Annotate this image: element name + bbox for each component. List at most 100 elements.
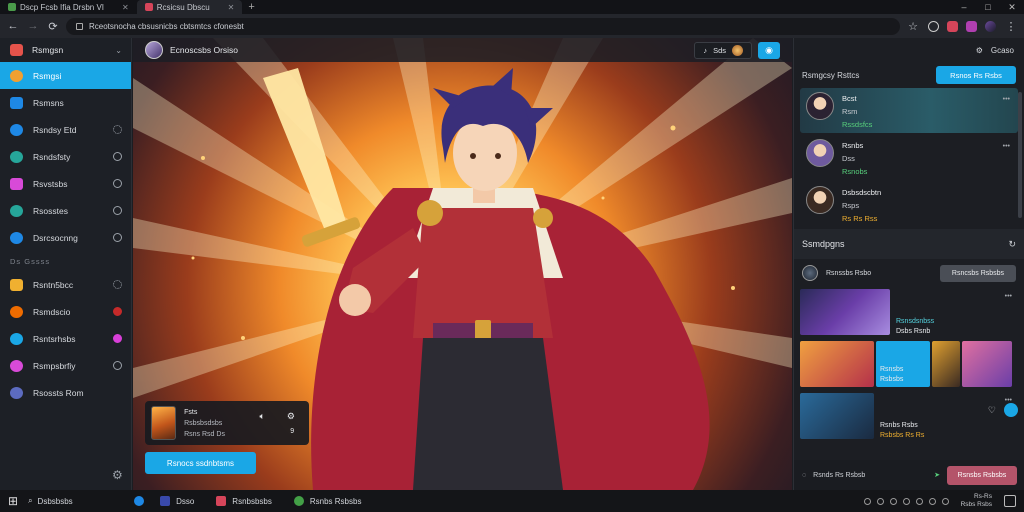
gear-icon[interactable] — [113, 125, 122, 134]
sidebar-item-videos[interactable]: Rsvstsbs — [0, 170, 131, 197]
media-item[interactable]: Rsnsdsnbss Dsbs Rsnb ••• — [800, 289, 1018, 339]
radio-icon[interactable] — [113, 179, 122, 188]
sidebar-header[interactable]: Rsmgsn ⌄ — [0, 38, 131, 62]
notification-icon[interactable] — [1004, 495, 1016, 507]
sidebar-item-rooms[interactable]: Rsossts Rom — [0, 379, 131, 406]
groups-section-header[interactable]: Ssmdpgns ↻ — [794, 229, 1024, 259]
minimize-button[interactable]: – — [952, 0, 976, 14]
refresh-arrow-icon[interactable]: ↻ — [1008, 239, 1016, 250]
sidebar-item-library[interactable]: Rsmsns — [0, 89, 131, 116]
right-panel: ⚙ Gcaso Rsmgcsy Rsttcs Rsnos Rs Rsbs Bcs… — [793, 38, 1024, 490]
like-icon[interactable] — [1004, 403, 1018, 417]
sidebar-item-label: Rsmsns — [33, 97, 64, 108]
radio-icon[interactable] — [113, 206, 122, 215]
tray-icon[interactable] — [902, 497, 910, 505]
tray-icon[interactable] — [889, 497, 897, 505]
tab-close-icon[interactable]: ✕ — [122, 3, 129, 12]
extension-icon[interactable] — [928, 20, 939, 32]
stage-actions: ♪ Sds ◉ — [694, 42, 780, 59]
friends-scrollbar[interactable] — [1018, 92, 1022, 218]
bookmark-star-icon[interactable]: ☆ — [906, 20, 920, 33]
radio-icon[interactable] — [113, 361, 122, 370]
wifi-icon[interactable] — [928, 497, 936, 505]
media-caption-sub: Rsbsbs — [880, 376, 904, 383]
sidebar-item-label: Rsntn5bcc — [33, 279, 74, 290]
sidebar-item-label: Rsmgsi — [33, 70, 62, 81]
browser-menu-icon[interactable]: ⋮ — [1004, 20, 1018, 33]
chat-input-label[interactable]: Rsnds Rs Rsbsb — [813, 472, 865, 479]
friend-item[interactable]: Dsbsdscbtn Rsps Rs Rs Rss — [800, 182, 1018, 227]
chevron-down-icon[interactable]: ⌄ — [115, 46, 122, 55]
friend-item[interactable]: Bcst Rsm Rssdsfcs ••• — [800, 88, 1018, 133]
browser-tab-active[interactable]: Rcsicsu Dbscu ✕ — [136, 0, 243, 14]
close-window-button[interactable]: ✕ — [1000, 0, 1024, 14]
sidebar-item-community[interactable]: Rsndsfsty — [0, 143, 131, 170]
group-row[interactable]: Rsnssbs Rsbo Rsncsbs Rsbsbs — [794, 259, 1024, 287]
media-item[interactable]: Rsnbs Rsbs Rsbsbs Rs Rs ♡ ••• — [800, 393, 1018, 443]
now-playing-card[interactable]: Fsts Rsbsbsdsbs Rsns Rsd Ds 🔈︎ ⚙ 9 — [145, 401, 309, 445]
heart-icon[interactable]: ♡ — [988, 405, 996, 443]
tray-icon[interactable] — [915, 497, 923, 505]
more-options-icon[interactable]: ••• — [1003, 96, 1010, 103]
sidebar-item-gallery[interactable]: Rsmpsbrfiy — [0, 352, 131, 379]
taskbar-app[interactable]: Dsso — [154, 490, 200, 512]
join-group-button[interactable]: Rsncsbs Rsbsbs — [940, 264, 1016, 282]
volume-icon[interactable]: 🔈︎ — [260, 411, 265, 422]
friend-item[interactable]: Rsnbs Dss Rsnobs ••• — [800, 135, 1018, 180]
chat-icon[interactable]: ◌ — [802, 472, 806, 479]
reload-icon[interactable]: ⟳ — [46, 20, 60, 33]
extension-icon[interactable] — [966, 20, 977, 32]
back-arrow-icon[interactable]: ← — [6, 20, 20, 32]
profile-avatar-icon[interactable] — [985, 20, 996, 32]
avatar[interactable] — [145, 41, 163, 59]
browser-taskbar-icon[interactable] — [134, 496, 145, 506]
media-caption-title: Rsnsbs — [880, 366, 904, 373]
settings-gear-icon[interactable]: ⚙ — [112, 468, 123, 482]
events-icon — [10, 204, 23, 217]
volume-icon[interactable] — [941, 497, 949, 505]
sidebar-item-discover[interactable]: Dsrcsocnng — [0, 224, 131, 251]
camera-icon: ◉ — [765, 45, 773, 55]
sidebar-item-network[interactable]: Rsntsrhsbs — [0, 325, 131, 352]
footer-action-button[interactable]: Rsnsbs Rsbsbs — [947, 465, 1017, 485]
currency-pill[interactable]: ♪ Sds — [694, 42, 752, 59]
start-menu-icon[interactable]: ⊞ — [8, 494, 18, 508]
more-options-icon[interactable]: ••• — [1003, 143, 1010, 150]
add-friend-button[interactable]: Rsnos Rs Rsbs — [936, 66, 1016, 84]
media-item[interactable]: Rsnsbs Rsbsbs — [800, 341, 1018, 391]
radio-icon[interactable] — [113, 152, 122, 161]
friend-status: Rs Rs Rss — [842, 214, 878, 223]
sidebar-item-folders[interactable]: Rsntn5bcc — [0, 271, 131, 298]
app-icon — [216, 496, 227, 506]
new-tab-button[interactable]: + — [242, 1, 260, 13]
taskbar-app-label: Rsnbs Rsbsbs — [309, 496, 362, 506]
taskbar-app[interactable]: Rsnbs Rsbsbs — [288, 490, 368, 512]
more-options-icon[interactable]: ••• — [1005, 397, 1012, 404]
tray-icon[interactable] — [863, 497, 871, 505]
radio-icon[interactable] — [113, 233, 122, 242]
tray-icon[interactable] — [876, 497, 884, 505]
settings-icon[interactable]: ⚙ — [287, 411, 295, 422]
more-options-icon[interactable]: ••• — [1005, 293, 1012, 300]
media-caption-sub: Rsbsbs Rs Rs — [880, 432, 925, 439]
forward-arrow-icon[interactable]: → — [26, 20, 40, 32]
sidebar-item-events[interactable]: Rsosstes — [0, 197, 131, 224]
send-icon[interactable]: ➤ — [934, 471, 940, 479]
camera-button[interactable]: ◉ — [758, 42, 780, 59]
extension-icon[interactable] — [947, 20, 958, 32]
browser-tab[interactable]: Dscp Fcsb Ifia Drsbn VI ✕ — [0, 0, 137, 14]
taskbar-app-label: Dsso — [176, 496, 195, 506]
maximize-button[interactable]: □ — [976, 0, 1000, 14]
sidebar-item-media[interactable]: Rsmdscio — [0, 298, 131, 325]
tab-close-icon[interactable]: ✕ — [228, 3, 235, 12]
gear-icon[interactable]: ⚙ — [976, 46, 983, 55]
sidebar-item-home[interactable]: Rsmgsi — [0, 62, 131, 89]
url-field[interactable]: Rceotsnocha cbsusnicbs cbtsmtcs cfonesbt — [66, 17, 900, 35]
sidebar-item-store[interactable]: Rsndsy Etd — [0, 116, 131, 143]
clock[interactable]: Rs-Rs Rsbs Rsbs — [961, 493, 992, 509]
friend-name: Rsnbs — [842, 141, 864, 150]
play-now-button[interactable]: Rsnocs ssdnbtsms — [145, 452, 256, 474]
gear-icon[interactable] — [113, 280, 122, 289]
taskbar-search[interactable]: ⌕ Dsbsbsbs — [28, 496, 124, 506]
taskbar-app[interactable]: Rsnbsbsbs — [210, 490, 278, 512]
